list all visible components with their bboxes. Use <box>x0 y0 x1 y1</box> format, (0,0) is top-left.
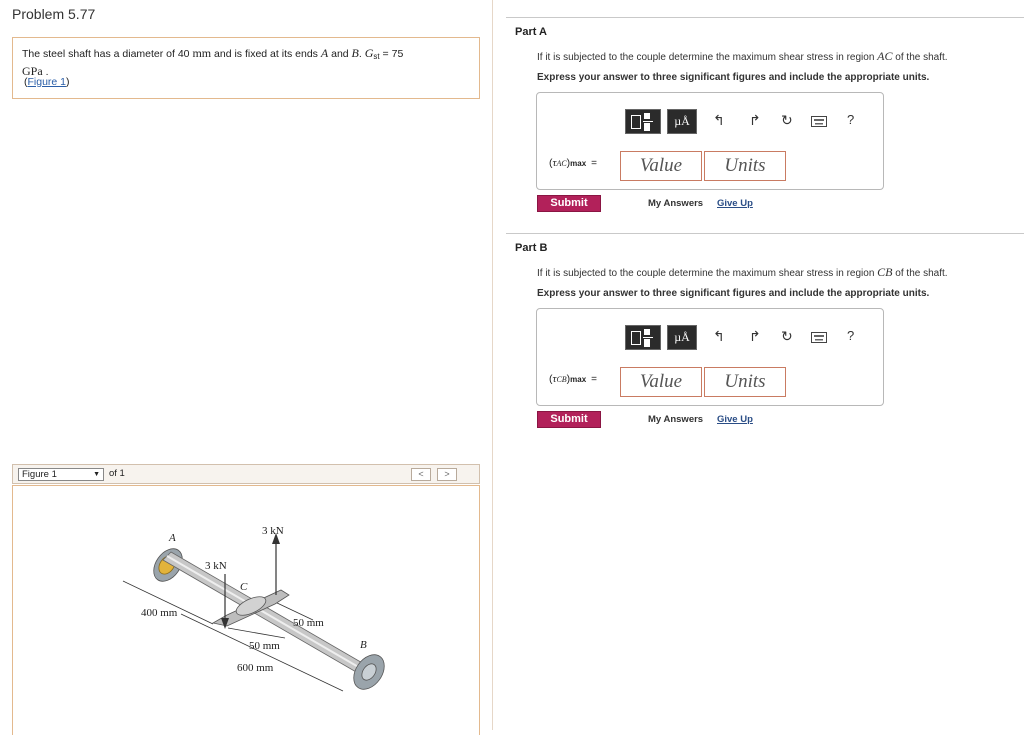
redo-icon[interactable]: ↱ <box>749 112 761 129</box>
label-50mm-bottom: 50 mm <box>249 640 280 652</box>
problem-statement: The steel shaft has a diameter of 40 mm … <box>22 46 472 79</box>
reset-icon[interactable]: ↻ <box>781 328 793 345</box>
help-icon[interactable]: ? <box>847 112 854 127</box>
label-400mm: 400 mm <box>141 607 178 619</box>
problem-title: Problem 5.77 <box>12 6 96 22</box>
label-c: C <box>240 581 248 593</box>
figure-select[interactable]: Figure 1 ▼ <box>18 468 104 481</box>
label-600mm: 600 mm <box>237 662 274 674</box>
g-equals: = 75 <box>379 48 404 60</box>
part-b-submit-button[interactable]: Submit <box>537 411 601 428</box>
part-a-question-2: of the shaft. <box>892 52 948 63</box>
part-b-question-2: of the shaft. <box>892 268 948 279</box>
keyboard-icon[interactable] <box>811 114 827 130</box>
column-divider <box>492 0 493 730</box>
part-b-give-up[interactable]: Give Up <box>717 414 753 425</box>
part-a-question: If it is subjected to the couple determi… <box>537 49 1017 64</box>
part-a-max: max <box>570 159 587 168</box>
unit-mm: mm <box>192 46 212 60</box>
figure-link[interactable]: Figure 1 <box>28 76 67 88</box>
part-b-instruction: Express your answer to three significant… <box>537 288 930 299</box>
undo-icon[interactable]: ↰ <box>713 112 725 129</box>
dim-line-50-bottom <box>227 627 286 639</box>
part-b-title: Part B <box>515 242 548 254</box>
part-a-title: Part A <box>515 26 547 38</box>
part-b-max: max <box>570 375 587 384</box>
part-a-my-answers[interactable]: My Answers <box>648 198 703 209</box>
part-b-region: CB <box>877 265 893 279</box>
redo-icon[interactable]: ↱ <box>749 328 761 345</box>
end-b-symbol: B <box>351 46 359 60</box>
figure-navigation-bar: Figure 1 ▼ of 1 < > <box>12 464 480 484</box>
part-b-equals: = <box>591 374 597 385</box>
next-figure-button[interactable]: > <box>437 468 457 481</box>
label-50mm-right: 50 mm <box>293 617 324 629</box>
templates-icon[interactable] <box>625 325 661 350</box>
figure-link-wrap: (Figure 1) <box>24 76 70 88</box>
problem-text-2: and is fixed at its ends <box>211 48 321 60</box>
part-b-answer-box: µÅ ↰ ↱ ↻ ? (τCB)max = Value Units <box>536 308 884 406</box>
help-icon[interactable]: ? <box>847 328 854 343</box>
label-force-top: 3 kN <box>262 525 284 537</box>
keyboard-icon[interactable] <box>811 330 827 346</box>
prev-figure-button[interactable]: < <box>411 468 431 481</box>
part-a-symbol: (τAC)max = <box>549 157 597 169</box>
part-a-tau-sub: AC <box>556 159 567 168</box>
shaft-figure: A B C 3 kN 3 kN 400 mm 50 mm 50 mm 600 m… <box>122 525 385 692</box>
units-icon[interactable]: µÅ <box>667 109 697 134</box>
part-a-submit-button[interactable]: Submit <box>537 195 601 212</box>
part-a-divider <box>506 17 1024 18</box>
problem-statement-box: The steel shaft has a diameter of 40 mm … <box>12 37 480 99</box>
part-a-equals: = <box>591 158 597 169</box>
figure-link-close: ) <box>66 76 70 88</box>
templates-icon[interactable] <box>625 109 661 134</box>
part-a-region: AC <box>877 49 893 63</box>
units-icon[interactable]: µÅ <box>667 325 697 350</box>
label-force-left: 3 kN <box>205 560 227 572</box>
part-b-question-1: If it is subjected to the couple determi… <box>537 268 878 279</box>
problem-text-and: and <box>328 48 352 60</box>
part-b-divider <box>506 233 1024 234</box>
problem-text-1: The steel shaft has a diameter of 40 <box>22 48 193 60</box>
part-a-units-input[interactable]: Units <box>704 151 786 181</box>
reset-icon[interactable]: ↻ <box>781 112 793 129</box>
label-a: A <box>168 532 176 544</box>
part-b-question: If it is subjected to the couple determi… <box>537 265 1017 280</box>
chevron-down-icon: ▼ <box>93 471 100 478</box>
part-b-symbol: (τCB)max = <box>549 373 597 385</box>
label-b: B <box>360 639 367 651</box>
part-a-answer-box: µÅ ↰ ↱ ↻ ? (τAC)max = Value Units <box>536 92 884 190</box>
undo-icon[interactable]: ↰ <box>713 328 725 345</box>
figure-count: of 1 <box>109 468 125 479</box>
part-b-value-input[interactable]: Value <box>620 367 702 397</box>
part-a-question-1: If it is subjected to the couple determi… <box>537 52 878 63</box>
figure-select-value: Figure 1 <box>22 469 57 480</box>
figure-panel: A B C 3 kN 3 kN 400 mm 50 mm 50 mm 600 m… <box>12 485 480 735</box>
part-a-value-input[interactable]: Value <box>620 151 702 181</box>
part-b-my-answers[interactable]: My Answers <box>648 414 703 425</box>
part-a-give-up[interactable]: Give Up <box>717 198 753 209</box>
part-b-tau-sub: CB <box>556 375 567 384</box>
part-b-units-input[interactable]: Units <box>704 367 786 397</box>
part-a-instruction: Express your answer to three significant… <box>537 72 930 83</box>
